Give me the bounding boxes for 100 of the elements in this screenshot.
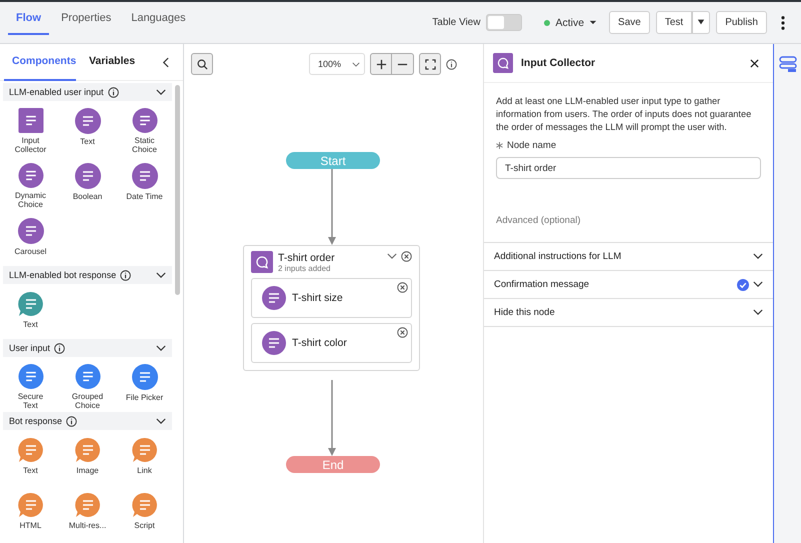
accordion-row[interactable]: Hide this node bbox=[484, 299, 773, 327]
component-label: Static Choice bbox=[131, 136, 158, 154]
palette-tab[interactable]: Components bbox=[4, 44, 76, 80]
component-item[interactable]: Text bbox=[2, 437, 59, 483]
input-type-icon bbox=[262, 286, 286, 310]
more-icon[interactable] bbox=[781, 16, 785, 30]
component-label: Secure Text bbox=[16, 392, 44, 410]
advanced-label: Advanced (optional) bbox=[496, 215, 582, 226]
zoom-in-button[interactable] bbox=[370, 53, 392, 75]
component-label: Grouped Choice bbox=[70, 392, 104, 410]
chevron-icon bbox=[753, 253, 763, 260]
save-button[interactable]: Save bbox=[609, 11, 650, 34]
component-label: Boolean bbox=[72, 192, 104, 201]
component-item[interactable]: Link bbox=[116, 437, 173, 483]
component-item[interactable]: Carousel bbox=[2, 218, 59, 264]
status-dot bbox=[544, 20, 550, 26]
component-label: Script bbox=[133, 521, 156, 530]
component-label: Carousel bbox=[13, 247, 48, 256]
category-title: Bot response bbox=[9, 416, 62, 426]
chevron-icon bbox=[156, 418, 166, 424]
caret-icon bbox=[589, 20, 598, 25]
component-item[interactable]: Image bbox=[59, 437, 116, 483]
accordion-title: Hide this node bbox=[494, 307, 555, 318]
component-label: Input Collector bbox=[14, 136, 48, 154]
component-item[interactable]: HTML bbox=[2, 492, 59, 538]
component-item[interactable]: Boolean bbox=[59, 163, 116, 209]
test-button[interactable]: Test bbox=[656, 11, 692, 34]
category-title: LLM-enabled user input bbox=[9, 87, 104, 97]
chevron-icon bbox=[352, 62, 360, 66]
chevron-icon bbox=[753, 281, 763, 288]
component-label: Text bbox=[79, 137, 96, 146]
category-header[interactable]: LLM-enabled user input bbox=[3, 83, 172, 101]
flow-tab[interactable]: Properties bbox=[53, 2, 120, 35]
input-type-icon bbox=[262, 331, 286, 355]
component-item[interactable]: Text bbox=[2, 291, 59, 337]
close-icon[interactable] bbox=[750, 58, 759, 68]
info-icon bbox=[120, 270, 132, 280]
component-label: File Picker bbox=[124, 393, 164, 402]
flow-tab[interactable]: Languages bbox=[123, 2, 194, 35]
palette-tab[interactable]: Variables bbox=[76, 44, 148, 80]
caret-icon bbox=[697, 19, 706, 25]
search-button[interactable] bbox=[191, 53, 213, 75]
info-icon bbox=[66, 416, 78, 426]
collapse-icon[interactable] bbox=[162, 56, 169, 68]
category-title: User input bbox=[9, 343, 50, 353]
component-item[interactable]: Multi-res... bbox=[59, 492, 116, 538]
fit-screen-icon bbox=[424, 58, 436, 70]
component-item[interactable]: Secure Text bbox=[2, 364, 59, 410]
publish-button[interactable]: Publish bbox=[716, 11, 767, 34]
accordion-title: Confirmation message bbox=[494, 279, 590, 290]
chevron-icon bbox=[156, 272, 166, 278]
component-item[interactable]: Input Collector bbox=[2, 108, 59, 154]
input-card[interactable]: T-shirt color bbox=[251, 323, 412, 363]
category-header[interactable]: Bot response bbox=[3, 412, 172, 430]
flow-tab[interactable]: Flow bbox=[8, 2, 50, 35]
close-icon[interactable] bbox=[397, 327, 408, 338]
component-item[interactable]: Script bbox=[116, 492, 173, 538]
node-title: T-shirt order bbox=[278, 252, 335, 264]
component-item[interactable]: Text bbox=[59, 108, 116, 154]
zoom-select[interactable]: 100% bbox=[309, 53, 365, 75]
component-label: Dynamic Choice bbox=[14, 191, 48, 209]
table-view-toggle[interactable] bbox=[486, 14, 522, 31]
component-label: Image bbox=[75, 466, 100, 475]
plus-icon bbox=[376, 58, 386, 70]
chevron-icon[interactable] bbox=[387, 253, 397, 260]
panel-title: Input Collector bbox=[521, 57, 596, 69]
close-icon[interactable] bbox=[401, 251, 412, 262]
accordion-title: Additional instructions for LLM bbox=[494, 251, 622, 262]
accordion-row[interactable]: Confirmation message bbox=[484, 271, 773, 299]
node-name-field[interactable]: T-shirt order bbox=[496, 157, 761, 179]
component-item[interactable]: File Picker bbox=[116, 364, 173, 410]
close-icon[interactable] bbox=[397, 282, 408, 293]
status-dropdown[interactable]: Active bbox=[538, 16, 604, 30]
component-label: Multi-res... bbox=[68, 521, 108, 530]
component-item[interactable]: Date Time bbox=[116, 163, 173, 209]
input-card[interactable]: T-shirt size bbox=[251, 278, 412, 318]
component-item[interactable]: Dynamic Choice bbox=[2, 163, 59, 209]
chevron-icon bbox=[156, 344, 166, 352]
component-label: Text bbox=[22, 466, 39, 475]
search-icon bbox=[196, 58, 208, 70]
category-header[interactable]: User input bbox=[3, 339, 172, 357]
list-icon[interactable] bbox=[778, 56, 796, 72]
component-label: Date Time bbox=[125, 192, 164, 201]
chevron-icon bbox=[156, 88, 166, 96]
fit-screen-button[interactable] bbox=[419, 53, 441, 75]
input-label: T-shirt color bbox=[292, 337, 347, 349]
test-menu-button[interactable] bbox=[692, 11, 710, 34]
node-subtitle: 2 inputs added bbox=[278, 264, 332, 272]
component-label: HTML bbox=[18, 521, 42, 530]
component-item[interactable]: Static Choice bbox=[116, 108, 173, 154]
info-icon bbox=[54, 342, 66, 354]
chevron-icon bbox=[753, 309, 763, 316]
table-view-label: Table View bbox=[432, 17, 480, 28]
component-item[interactable]: Grouped Choice bbox=[59, 364, 116, 410]
flow-node[interactable]: T-shirt order 2 inputs added T-shirt size T-shirt color bbox=[243, 245, 420, 371]
accordion-row[interactable]: Additional instructions for LLM bbox=[484, 243, 773, 271]
panel-description: Add at least one LLM-enabled user input type to gather information from users. The order of inputs does not guarantee the order of messages the LLM will prompt the user with. bbox=[496, 95, 752, 134]
component-label: Text bbox=[22, 320, 39, 329]
component-label: Link bbox=[136, 466, 153, 475]
category-header[interactable]: LLM-enabled bot response bbox=[3, 266, 172, 284]
